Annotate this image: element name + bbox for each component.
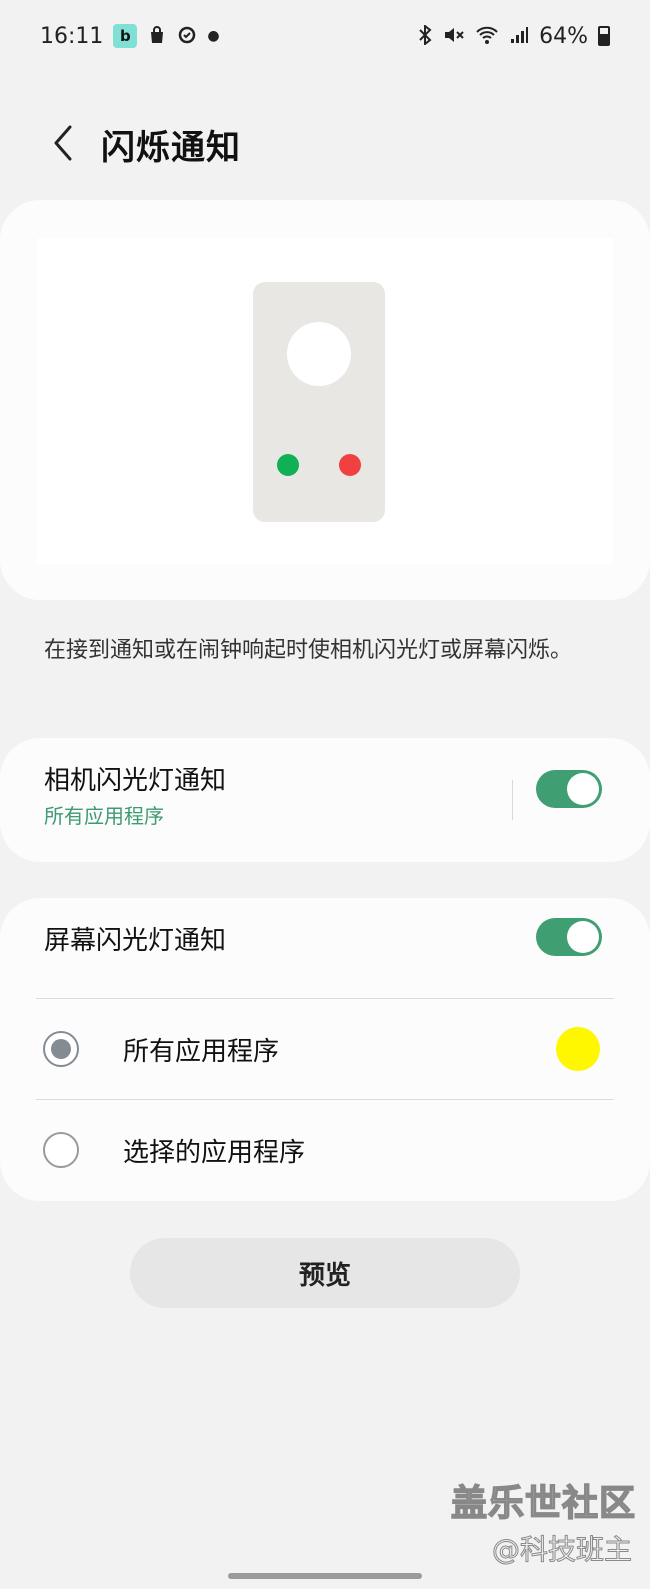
red-dot-icon (339, 454, 361, 476)
radio-selected-dot (51, 1039, 71, 1059)
flash-color-swatch[interactable] (556, 1027, 600, 1071)
phone-illustration (253, 282, 385, 522)
green-dot-icon (277, 454, 299, 476)
watermark-author: @科技班主 (491, 1533, 632, 1567)
preview-button[interactable]: 预览 (130, 1238, 520, 1308)
radio-selected-apps[interactable] (43, 1132, 79, 1168)
camera-flash-card[interactable]: 相机闪光灯通知 所有应用程序 (0, 738, 650, 862)
option-selected-apps-label: 选择的应用程序 (123, 1138, 306, 1168)
bluetooth-icon (417, 23, 433, 48)
option-selected-apps[interactable]: 选择的应用程序 (0, 1100, 650, 1200)
chevron-left-icon (50, 123, 76, 167)
toggle-knob (567, 921, 599, 953)
toggle-knob (567, 773, 599, 805)
option-all-apps-label: 所有应用程序 (123, 1037, 280, 1067)
option-all-apps[interactable]: 所有应用程序 (0, 999, 650, 1099)
screen-flash-toggle[interactable] (536, 918, 602, 956)
status-bar-left: 16:11 b ● (40, 24, 220, 49)
camera-flash-title: 相机闪光灯通知 (44, 766, 227, 796)
sync-icon (177, 25, 197, 48)
battery-percentage: 64% (539, 23, 588, 49)
radio-all-apps[interactable] (43, 1031, 79, 1067)
shopping-bag-icon (147, 25, 167, 48)
signal-icon (509, 25, 529, 48)
feature-description: 在接到通知或在闹钟响起时使相机闪光灯或屏幕闪烁。 (44, 638, 573, 663)
camera-flash-subtitle: 所有应用程序 (44, 804, 164, 828)
battery-icon (598, 26, 610, 46)
more-notifications-dot-icon: ● (207, 28, 220, 44)
mute-icon (443, 25, 465, 48)
app-notification-icon: b (113, 24, 138, 48)
camera-flash-toggle[interactable] (536, 770, 602, 808)
screen-flash-card: 屏幕闪光灯通知 所有应用程序 选择的应用程序 (0, 898, 650, 1201)
watermark-title: 盖乐世社区 (450, 1482, 636, 1525)
status-bar: 16:11 b ● 64% (0, 0, 650, 72)
app-header: 闪烁通知 (0, 110, 650, 180)
status-bar-right: 64% (417, 23, 610, 49)
wifi-icon (475, 25, 499, 48)
status-time: 16:11 (40, 23, 104, 49)
screen-flash-title: 屏幕闪光灯通知 (44, 926, 227, 956)
divider (512, 780, 513, 820)
page-title: 闪烁通知 (101, 128, 241, 168)
camera-flash-icon (287, 322, 351, 386)
home-indicator[interactable] (228, 1573, 422, 1579)
back-button[interactable] (36, 118, 90, 172)
